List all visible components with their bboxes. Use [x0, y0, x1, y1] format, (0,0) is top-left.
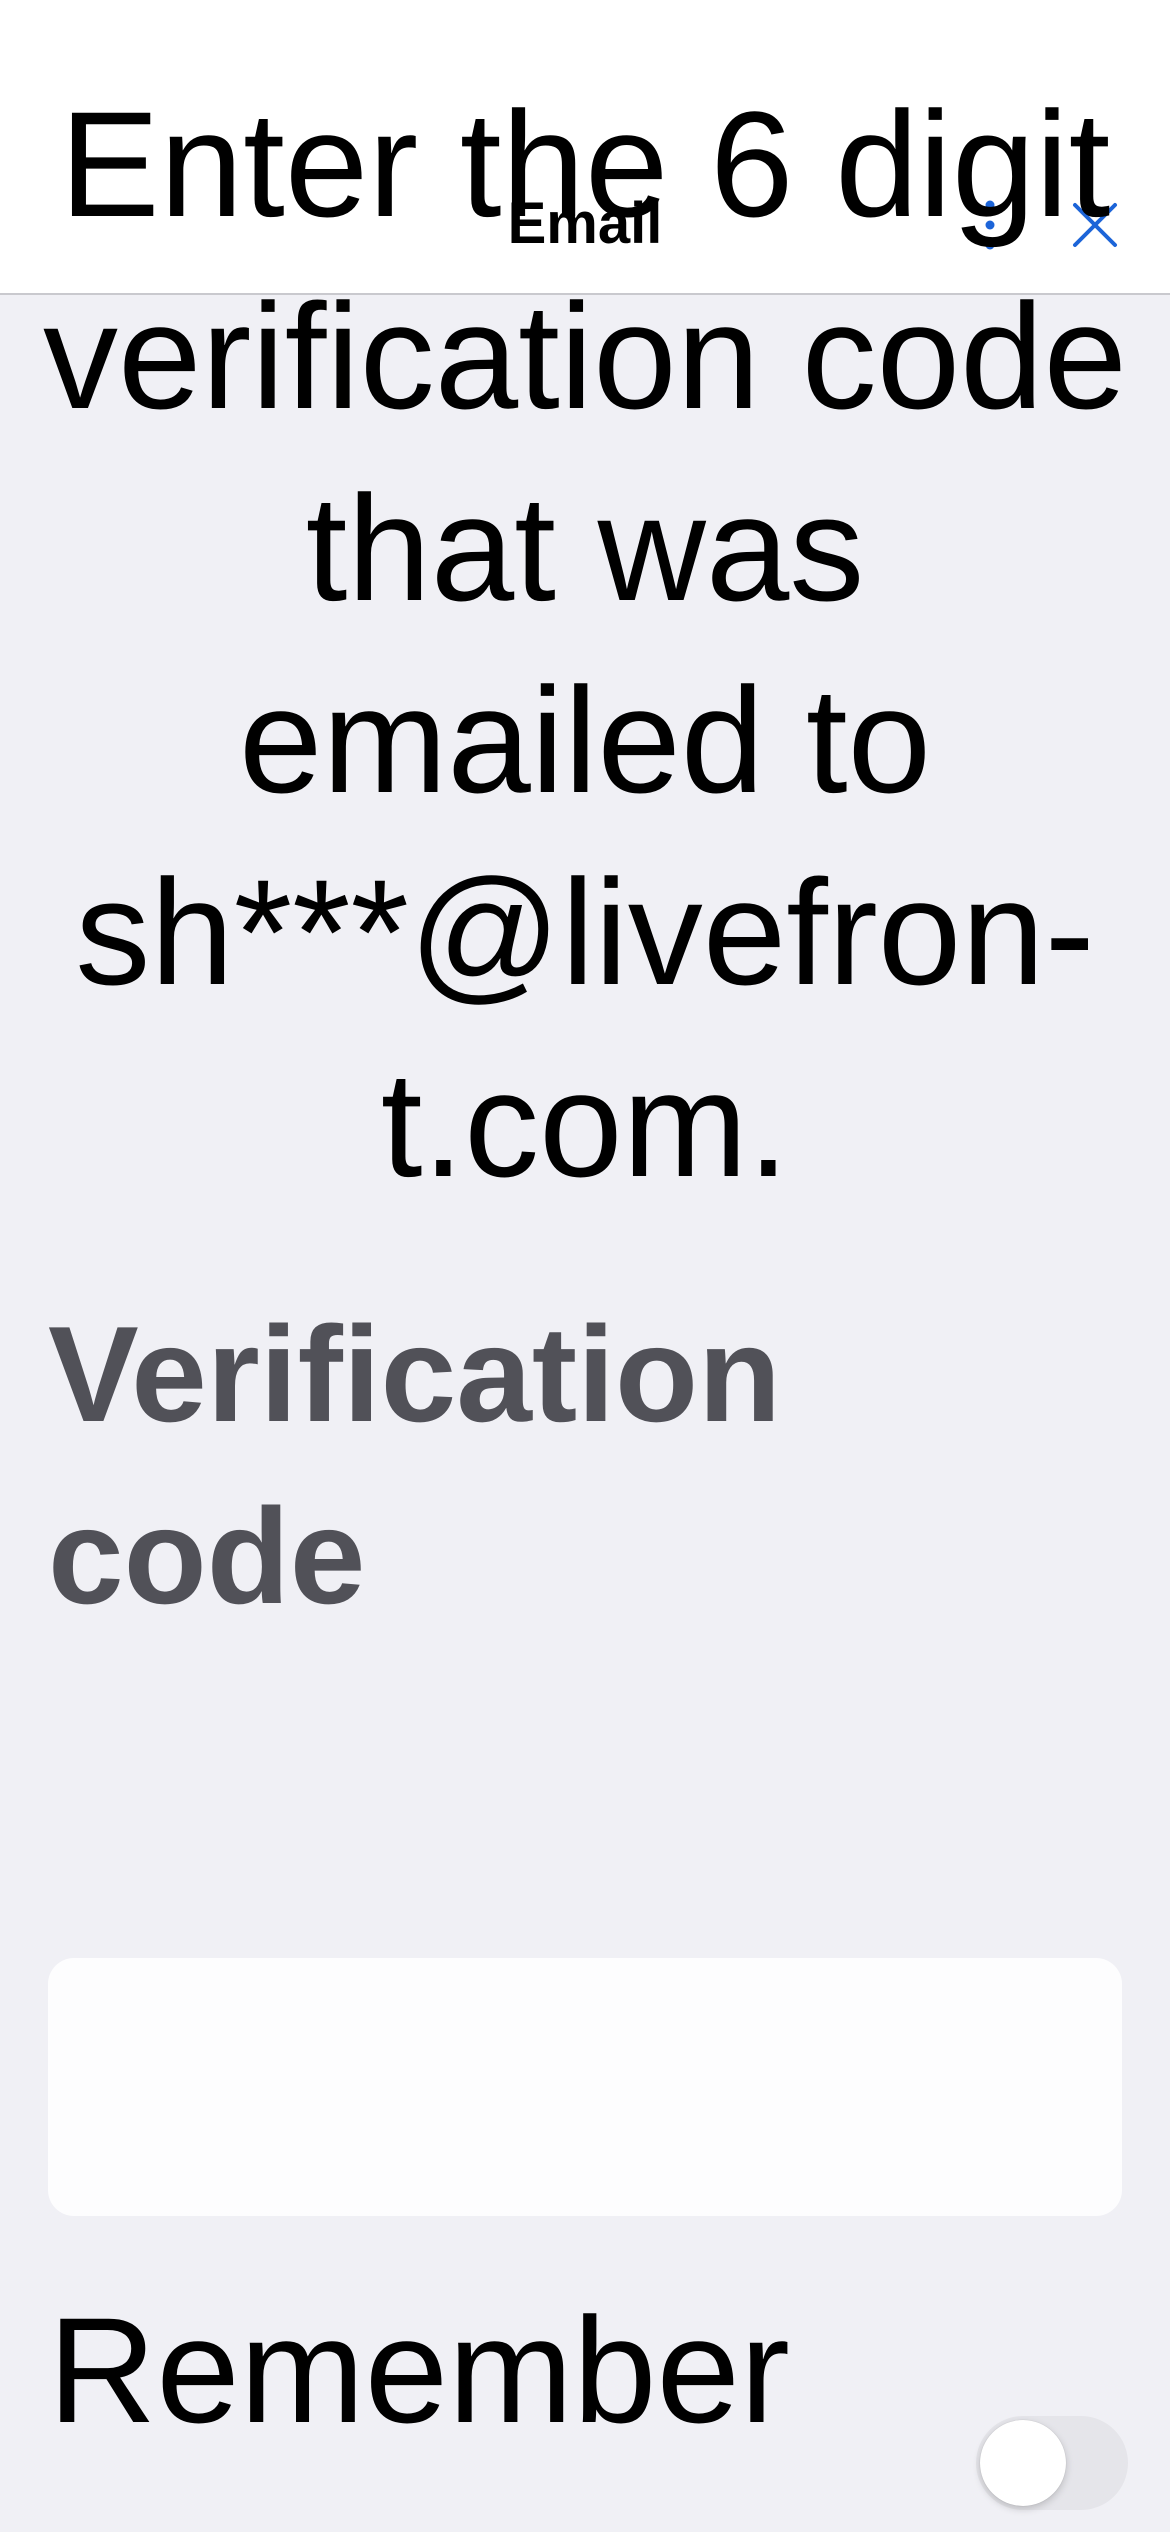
remember-toggle[interactable] [976, 2416, 1128, 2510]
remember-label: Remember [48, 2286, 790, 2454]
verification-code-label: Verification code [48, 1298, 782, 1632]
verification-code-input[interactable] [48, 1958, 1122, 2216]
instruction-text: Enter the 6 digit verification code that… [43, 80, 1127, 1208]
toggle-knob [980, 2420, 1066, 2506]
